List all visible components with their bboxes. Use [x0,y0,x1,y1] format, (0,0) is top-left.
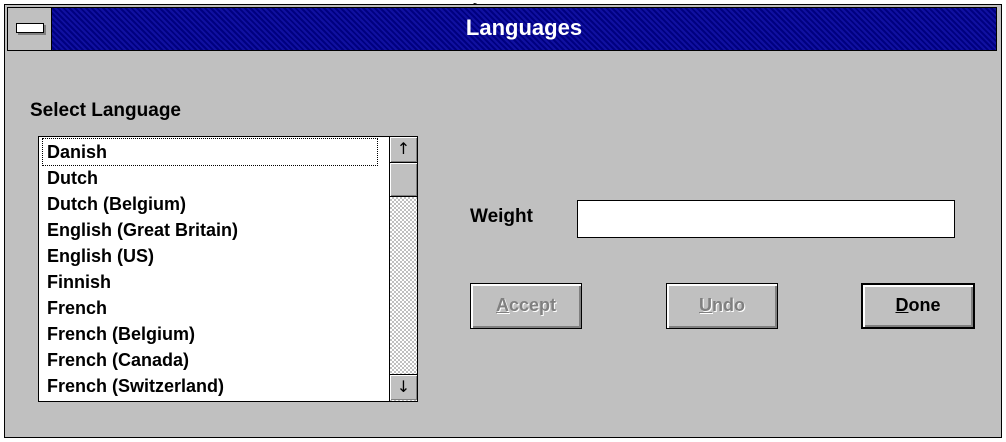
undo-label: ndo [712,295,745,315]
accept-mnemonic: A [495,295,509,315]
language-list: Danish Dutch Dutch (Belgium) English (Gr… [39,137,387,401]
list-scrollbar[interactable]: ↑ ↓ [389,137,417,401]
list-item[interactable]: Finnish [47,269,111,295]
select-language-label: Select Language [30,100,181,121]
scroll-up-button[interactable]: ↑ [390,137,417,163]
arrow-down-icon: ↓ [396,377,411,396]
list-item[interactable]: Danish [42,138,378,166]
list-item[interactable]: French (Switzerland) [47,373,224,399]
scroll-thumb[interactable] [390,163,417,197]
scroll-down-button[interactable]: ↓ [390,374,417,400]
list-item[interactable]: French (Belgium) [47,321,195,347]
weight-label: Weight [470,206,533,227]
arrow-up-icon: ↑ [396,139,411,158]
system-menu-icon [16,23,44,33]
undo-mnemonic: U [699,295,712,315]
list-item[interactable]: Dutch (Belgium) [47,191,186,217]
done-button[interactable]: Done [861,283,975,329]
list-item[interactable]: French (Canada) [47,347,189,373]
system-menu-button[interactable] [8,8,52,50]
accept-button[interactable]: Accept [470,283,582,329]
window-title: Languages [465,15,583,40]
weight-input[interactable] [577,200,955,238]
accept-label: ccept [508,295,557,315]
list-item[interactable]: Dutch [47,165,98,191]
list-item[interactable]: English (Great Britain) [47,217,238,243]
language-listbox[interactable]: Danish Dutch Dutch (Belgium) English (Gr… [38,136,418,402]
list-item[interactable]: French [47,295,107,321]
undo-button[interactable]: Undo [666,283,778,329]
done-label: one [908,295,941,315]
done-mnemonic: D [895,295,909,315]
list-item[interactable]: English (US) [47,243,154,269]
